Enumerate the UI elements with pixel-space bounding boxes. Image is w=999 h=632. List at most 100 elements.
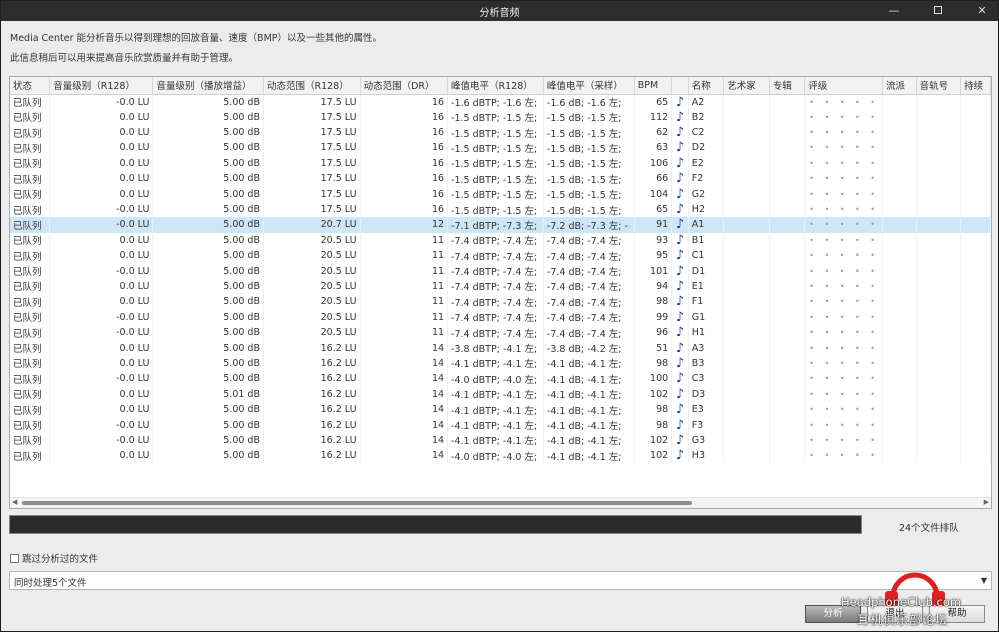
chevron-down-icon[interactable]: ▼ [977,572,991,589]
rating-stars[interactable]: • • • • • [804,432,883,449]
cell-album [769,340,806,356]
column-header[interactable]: 音轨号 [916,77,962,95]
title-bar[interactable]: 分析音频 — ✕ [1,1,998,21]
column-header[interactable]: 状态 [10,77,51,95]
table-row[interactable]: 已队列 -0.0 LU 5.00 dB 16.2 LU 14 -4.0 dBTP; -4.… [10,371,991,387]
cell-gain: 5.00 dB [152,371,264,387]
rating-stars[interactable]: • • • • • [804,248,883,264]
rating-stars[interactable]: • • • • • [804,186,883,202]
rating-stars[interactable]: • • • • • [804,324,883,341]
table-row[interactable]: 已队列 -0.0 LU 5.00 dB 17.5 LU 16 -1.5 dBTP; -1.… [10,201,991,218]
column-header[interactable]: 流派 [882,77,917,95]
table-row[interactable]: 已队列 0.0 LU 5.00 dB 17.5 LU 16 -1.5 dBTP; -1.5… [10,140,991,156]
table-row[interactable]: 已队列 -0.0 LU 5.00 dB 20.5 LU 11 -7.4 dBTP; -7.… [10,309,991,325]
table-row[interactable]: 已队列 0.0 LU 5.00 dB 20.5 LU 11 -7.4 dBTP; -7.4… [10,248,991,264]
scroll-left-icon[interactable]: ◀ [12,498,17,506]
rating-stars[interactable]: • • • • • [804,232,883,249]
rating-stars[interactable]: • • • • • [804,294,883,310]
column-header[interactable]: 动态范围（R128） [263,77,361,95]
table-row[interactable]: 已队列 0.0 LU 5.00 dB 16.2 LU 14 -4.0 dBTP; -4.0… [10,448,991,464]
cell-dr: 16 [360,201,449,218]
table-row[interactable]: 已队列 -0.0 LU 5.00 dB 16.2 LU 14 -4.1 dBTP; -4.… [10,432,991,449]
rating-stars[interactable]: • • • • • [804,417,883,433]
cell-peak_r128: -1.5 dBTP; -1.5 左; [447,124,544,141]
cell-album [769,263,806,279]
table-row[interactable]: 已队列 0.0 LU 5.00 dB 17.5 LU 16 -1.5 dBTP; -1.5… [10,155,991,172]
scrollbar-thumb[interactable] [22,501,692,505]
rating-stars[interactable]: • • • • • [804,109,883,125]
table-row[interactable]: 已队列 0.0 LU 5.00 dB 17.5 LU 16 -1.5 dBTP; -1.5… [10,124,991,141]
table-row[interactable]: 已队列 0.0 LU 5.00 dB 17.5 LU 16 -1.5 dBTP; -1.5… [10,109,991,125]
cell-dr: 11 [360,263,449,279]
rating-stars[interactable]: • • • • • [804,171,883,187]
cell-track [916,94,962,110]
rating-stars[interactable]: • • • • • [804,371,883,387]
cell-status: 已队列 [10,171,51,187]
column-header[interactable]: 评级 [804,77,883,95]
cell-genre [882,94,917,110]
table-row[interactable]: 已队列 0.0 LU 5.00 dB 17.5 LU 16 -1.5 dBTP; -1.5… [10,186,991,202]
table-row[interactable]: 已队列 0.0 LU 5.00 dB 16.2 LU 14 -3.8 dBTP; -4.1… [10,340,991,356]
table-row[interactable]: 已队列 -0.0 LU 5.00 dB 20.7 LU 12 -7.1 dBTP; -7.… [10,217,991,233]
analyze-button[interactable]: 分析 [805,605,861,623]
column-header[interactable]: 专辑 [769,77,806,95]
table-row[interactable]: 已队列 0.0 LU 5.00 dB 20.5 LU 11 -7.4 dBTP; -7.4… [10,232,991,249]
table-row[interactable]: 已队列 0.0 LU 5.00 dB 20.5 LU 11 -7.4 dBTP; -7.4… [10,278,991,295]
table-row[interactable]: 已队列 -0.0 LU 5.00 dB 20.5 LU 11 -7.4 dBTP; -7.… [10,263,991,279]
cell-dr: 14 [360,386,449,402]
cell-duration [960,155,991,172]
cell-name: H1 [688,324,725,341]
table-row[interactable]: 已队列 0.0 LU 5.00 dB 16.2 LU 14 -4.1 dBTP; -4.1… [10,355,991,372]
column-header[interactable] [671,77,689,95]
cell-dr: 11 [360,309,449,325]
help-button[interactable]: 帮助 [929,605,985,623]
cell-album [769,124,806,141]
rating-stars[interactable]: • • • • • [804,340,883,356]
close-button[interactable]: ✕ [966,1,998,21]
concurrency-select[interactable]: 同时处理5个文件 ▼ [9,571,992,590]
cell-peak_sample: -7.4 dB; -7.4 左; [543,278,635,295]
minimize-button[interactable]: — [878,1,910,21]
cell-dr128: 20.5 LU [263,232,361,249]
table-row[interactable]: 已队列 -0.0 LU 5.00 dB 20.5 LU 11 -7.4 dBTP; -7.… [10,324,991,341]
cell-gain: 5.00 dB [152,109,264,125]
cell-status: 已队列 [10,186,51,202]
rating-stars[interactable]: • • • • • [804,217,883,233]
skip-analyzed-checkbox[interactable] [10,554,19,563]
music-note-icon: ♪ [671,371,689,387]
rating-stars[interactable]: • • • • • [804,124,883,141]
column-header[interactable]: 艺术家 [723,77,770,95]
table-row[interactable]: 已队列 0.0 LU 5.01 dB 16.2 LU 14 -4.1 dBTP; -4.1… [10,386,991,402]
maximize-button[interactable] [922,1,954,21]
cell-track [916,263,962,279]
column-header[interactable]: 名称 [688,77,725,95]
column-header[interactable]: 峰值电平（采样） [543,77,635,95]
rating-stars[interactable]: • • • • • [804,278,883,295]
scroll-right-icon[interactable]: ▶ [984,498,989,506]
rating-stars[interactable]: • • • • • [804,263,883,279]
table-row[interactable]: 已队列 0.0 LU 5.00 dB 17.5 LU 16 -1.5 dBTP; -1.5… [10,171,991,187]
horizontal-scrollbar[interactable]: ◀ ▶ [10,497,991,508]
table-row[interactable]: 已队列 0.0 LU 5.00 dB 20.5 LU 11 -7.4 dBTP; -7.4… [10,294,991,310]
rating-stars[interactable]: • • • • • [804,155,883,172]
column-header[interactable]: 峰值电平（R128） [447,77,544,95]
column-header[interactable]: BPM [634,77,673,95]
rating-stars[interactable]: • • • • • [804,386,883,402]
rating-stars[interactable]: • • • • • [804,309,883,325]
rating-stars[interactable]: • • • • • [804,201,883,218]
skip-analyzed-option[interactable]: 跳过分析过的文件 [10,551,98,565]
table-row[interactable]: 已队列 0.0 LU 5.00 dB 16.2 LU 14 -4.1 dBTP; -4.1… [10,401,991,418]
column-header[interactable]: 音量级别（R128） [49,77,154,95]
column-header[interactable]: 持续 [960,77,991,95]
column-header[interactable]: 音量级别（播放增益） [152,77,264,95]
rating-stars[interactable]: • • • • • [804,355,883,372]
cell-peak_r128: -7.4 dBTP; -7.4 左; [447,232,544,249]
table-row[interactable]: 已队列 -0.0 LU 5.00 dB 16.2 LU 14 -4.1 dBTP; -4.… [10,417,991,433]
column-header[interactable]: 动态范围（DR） [360,77,449,95]
rating-stars[interactable]: • • • • • [804,448,883,464]
table-row[interactable]: 已队列 -0.0 LU 5.00 dB 17.5 LU 16 -1.6 dBTP; -1.… [10,94,991,110]
exit-button[interactable]: 退出 [867,605,923,623]
rating-stars[interactable]: • • • • • [804,401,883,418]
rating-stars[interactable]: • • • • • [804,140,883,156]
rating-stars[interactable]: • • • • • [804,94,883,110]
